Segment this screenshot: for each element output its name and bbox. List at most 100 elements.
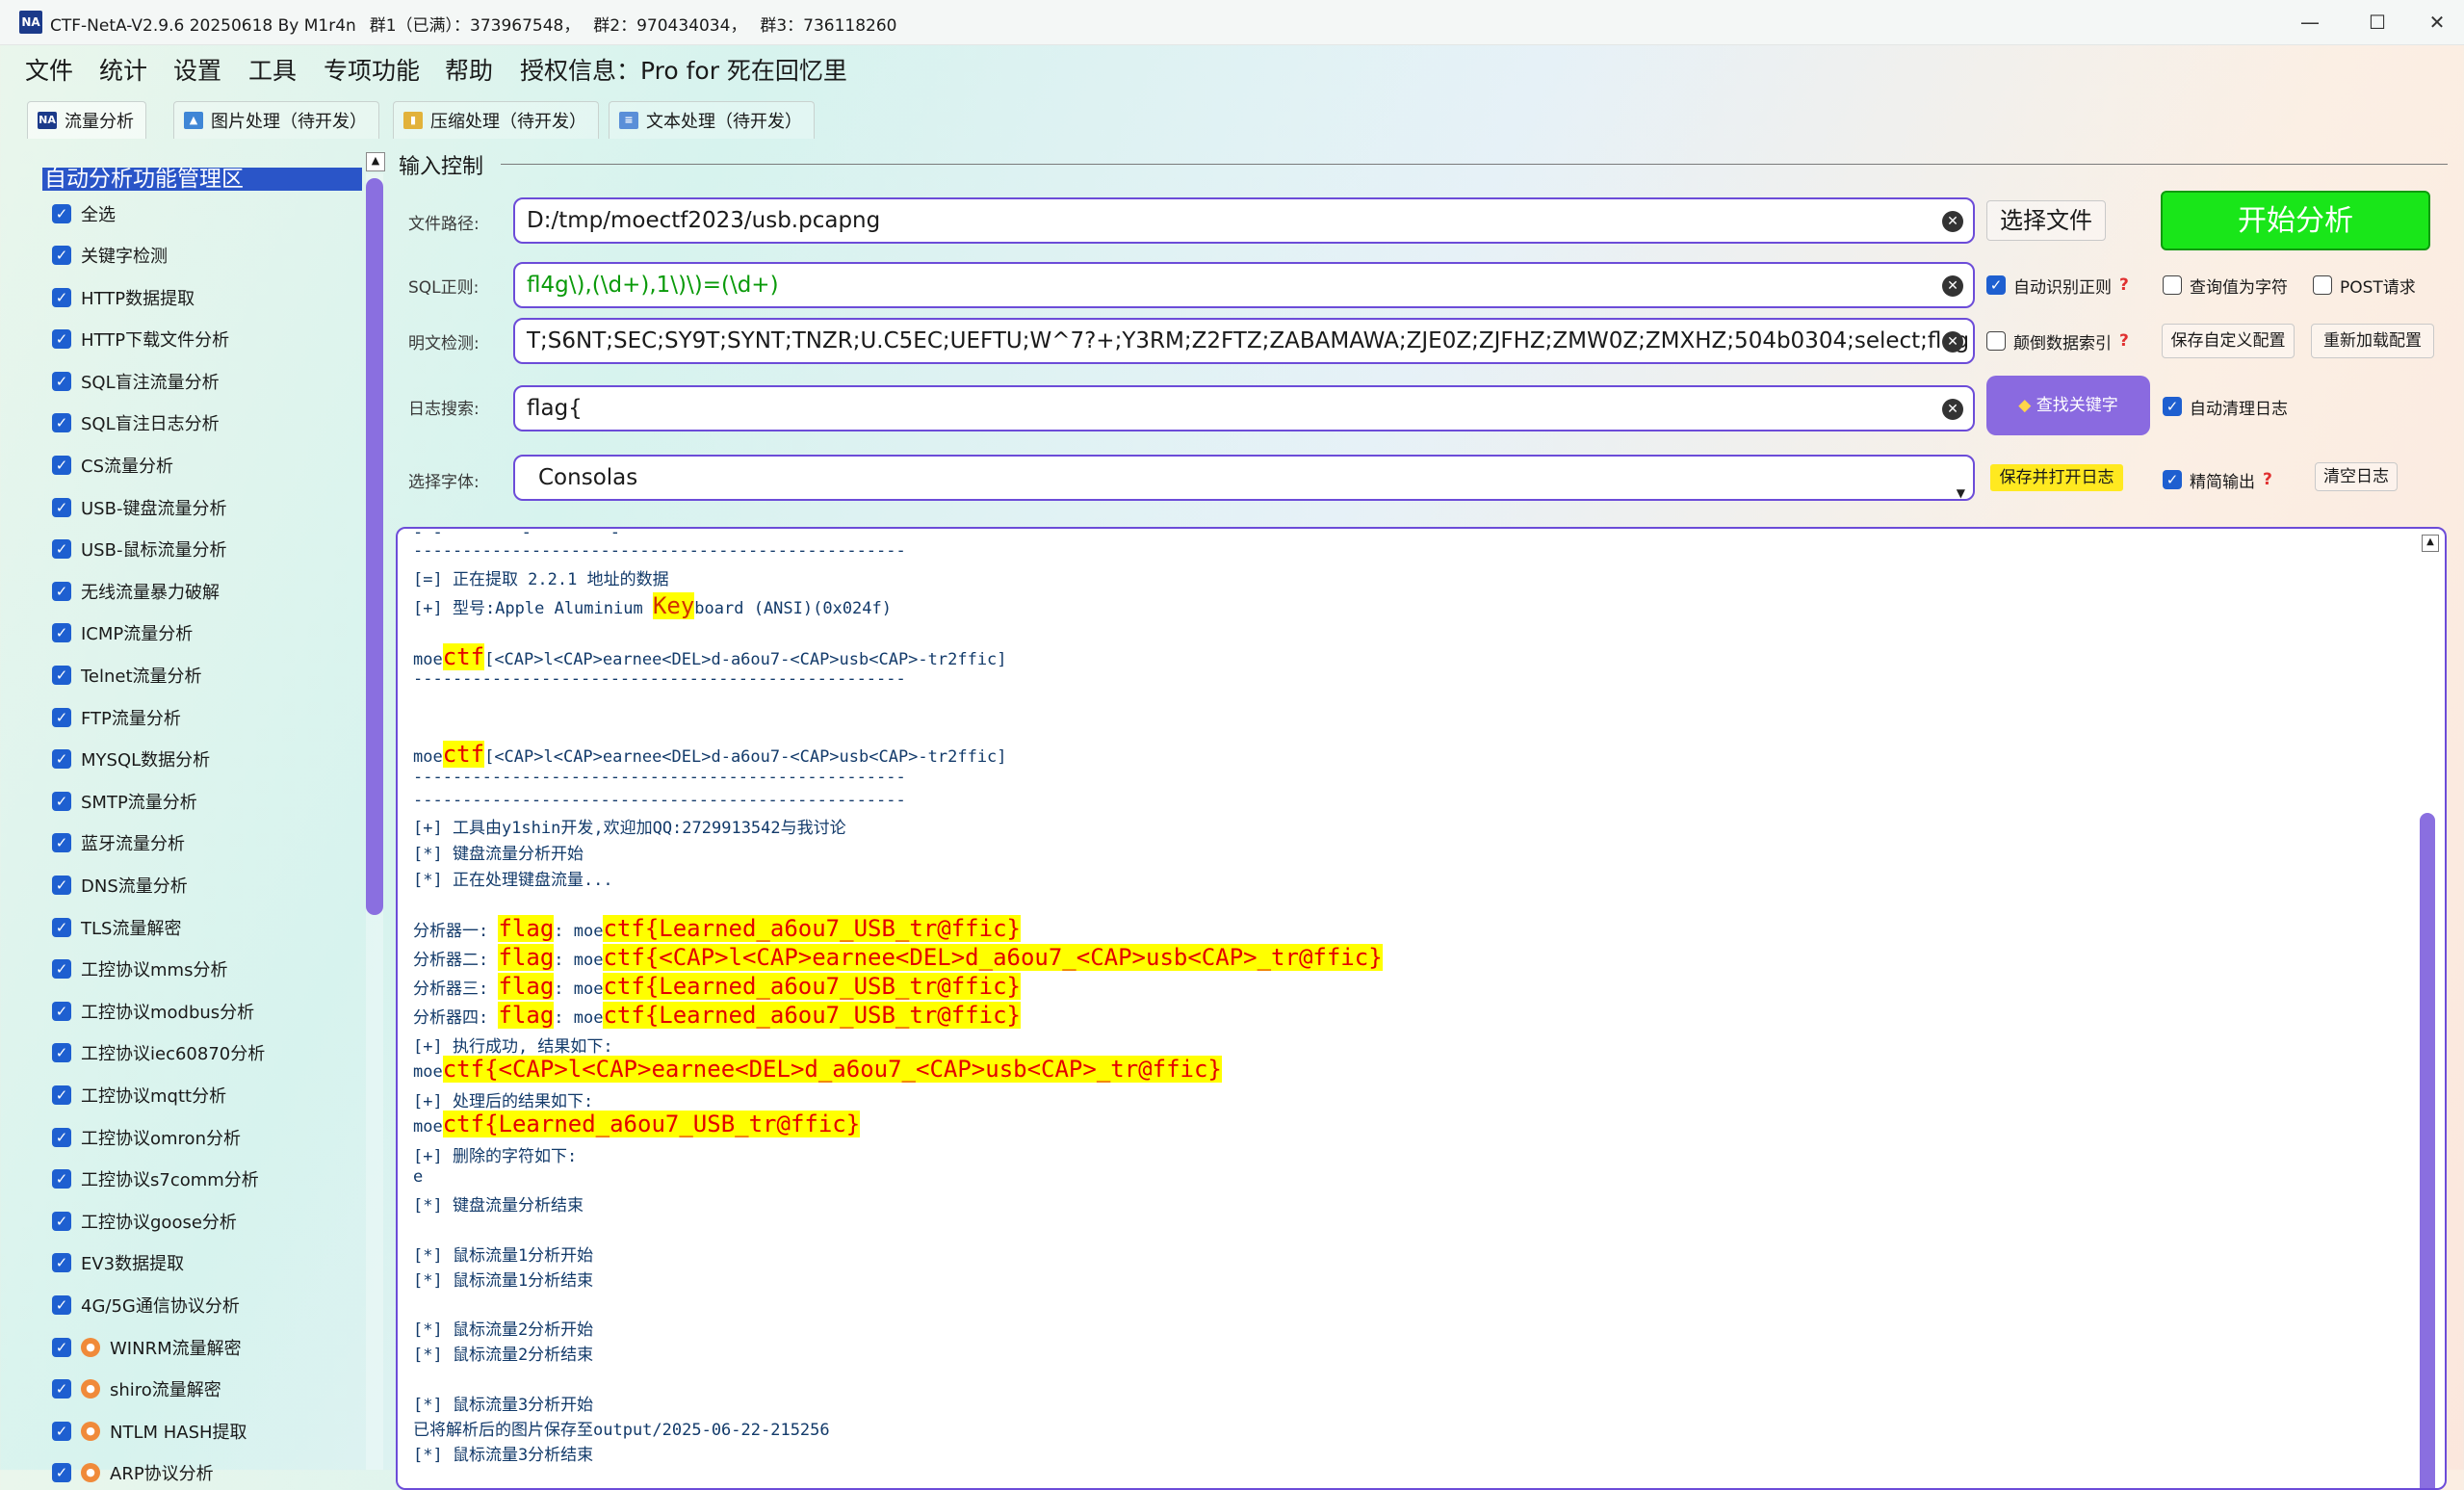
- clear-icon[interactable]: ✕: [1942, 399, 1963, 420]
- auto-clear-log-option[interactable]: ✓ 自动清理日志: [2163, 393, 2288, 420]
- close-button[interactable]: ✕: [2407, 0, 2464, 44]
- menu-settings[interactable]: 设置: [173, 52, 221, 87]
- left-scrollbar-thumb[interactable]: [366, 178, 383, 915]
- sql-regex-input[interactable]: fl4g\),(\d+),1\)\)=(\d+) ✕: [513, 262, 1975, 308]
- checkbox-checked[interactable]: ✓: [52, 1421, 71, 1441]
- start-analysis-button[interactable]: 开始分析: [2161, 191, 2430, 250]
- checkbox-checked[interactable]: ✓: [52, 581, 71, 601]
- log-output[interactable]: ▲ - - - - ------------------------------…: [396, 527, 2447, 1490]
- tab-traffic-analysis[interactable]: NA 流量分析: [27, 101, 146, 139]
- clear-log-button[interactable]: 清空日志: [2315, 462, 2398, 491]
- feature-checkbox-item[interactable]: ✓ CS流量分析: [52, 451, 173, 480]
- checkbox-checked[interactable]: ✓: [52, 246, 71, 265]
- help-icon[interactable]: ?: [2119, 275, 2129, 295]
- feature-checkbox-item[interactable]: ✓ ● ARP协议分析: [52, 1458, 214, 1487]
- chevron-down-icon[interactable]: ▼: [1957, 472, 1965, 499]
- checkbox-checked[interactable]: ✓: [52, 1463, 71, 1483]
- checkbox-unchecked[interactable]: [1986, 331, 2006, 351]
- scroll-up-button[interactable]: ▲: [366, 152, 385, 171]
- checkbox-checked[interactable]: ✓: [52, 917, 71, 937]
- feature-checkbox-item[interactable]: ✓ 蓝牙流量分析: [52, 828, 185, 857]
- feature-checkbox-item[interactable]: ✓ ● NTLM HASH提取: [52, 1417, 247, 1446]
- checkbox-unchecked[interactable]: [2163, 275, 2182, 295]
- checkbox-checked[interactable]: ✓: [52, 413, 71, 433]
- save-config-button[interactable]: 保存自定义配置: [2162, 324, 2295, 358]
- checkbox-checked[interactable]: ✓: [52, 1253, 71, 1273]
- checkbox-checked[interactable]: ✓: [52, 1295, 71, 1315]
- menu-license[interactable]: 授权信息：Pro for 死在回忆里: [520, 52, 847, 87]
- checkbox-unchecked[interactable]: [2313, 275, 2332, 295]
- checkbox-checked[interactable]: ✓: [52, 833, 71, 853]
- feature-checkbox-item[interactable]: ✓ 工控协议omron分析: [52, 1123, 241, 1152]
- tab-image-processing[interactable]: ▲ 图片处理（待开发）: [173, 101, 379, 139]
- find-keyword-button[interactable]: ◆ 查找关键字: [1986, 376, 2150, 435]
- checkbox-checked[interactable]: ✓: [52, 497, 71, 517]
- help-icon[interactable]: ?: [2263, 470, 2272, 489]
- maximize-button[interactable]: ☐: [2347, 0, 2407, 44]
- checkbox-checked[interactable]: ✓: [52, 329, 71, 350]
- checkbox-checked[interactable]: ✓: [52, 791, 71, 811]
- feature-checkbox-item[interactable]: ✓ MYSQL数据分析: [52, 745, 210, 773]
- tab-text-processing[interactable]: ≡ 文本处理（待开发）: [609, 101, 815, 139]
- feature-checkbox-item[interactable]: ✓ 全选: [52, 199, 116, 228]
- feature-checkbox-item[interactable]: ✓ Telnet流量分析: [52, 661, 202, 690]
- feature-checkbox-item[interactable]: ✓ 工控协议mqtt分析: [52, 1081, 226, 1110]
- query-as-char-option[interactable]: 查询值为字符: [2163, 272, 2288, 299]
- minimize-button[interactable]: —: [2280, 0, 2340, 44]
- feature-checkbox-item[interactable]: ✓ HTTP数据提取: [52, 283, 195, 312]
- feature-checkbox-item[interactable]: ✓ SQL盲注日志分析: [52, 408, 220, 437]
- log-search-input[interactable]: flag{ ✕: [513, 385, 1975, 431]
- feature-checkbox-item[interactable]: ✓ ● WINRM流量解密: [52, 1333, 242, 1362]
- feature-checkbox-item[interactable]: ✓ HTTP下载文件分析: [52, 325, 229, 353]
- checkbox-checked[interactable]: ✓: [52, 959, 71, 980]
- reload-config-button[interactable]: 重新加载配置: [2311, 324, 2434, 358]
- checkbox-checked[interactable]: ✓: [52, 623, 71, 643]
- feature-checkbox-item[interactable]: ✓ 关键字检测: [52, 241, 168, 270]
- post-request-option[interactable]: POST请求: [2313, 272, 2416, 299]
- checkbox-checked[interactable]: ✓: [52, 1001, 71, 1021]
- checkbox-checked[interactable]: ✓: [2163, 397, 2182, 416]
- feature-checkbox-item[interactable]: ✓ 4G/5G通信协议分析: [52, 1291, 240, 1320]
- checkbox-checked[interactable]: ✓: [52, 876, 71, 895]
- checkbox-checked[interactable]: ✓: [52, 204, 71, 223]
- tab-compression[interactable]: ▮ 压缩处理（待开发）: [393, 101, 599, 139]
- feature-checkbox-item[interactable]: ✓ USB-键盘流量分析: [52, 493, 226, 522]
- save-open-log-button[interactable]: 保存并打开日志: [1990, 464, 2123, 491]
- checkbox-checked[interactable]: ✓: [52, 287, 71, 307]
- feature-checkbox-item[interactable]: ✓ FTP流量分析: [52, 703, 181, 732]
- checkbox-checked[interactable]: ✓: [52, 1211, 71, 1231]
- log-scroll-up-button[interactable]: ▲: [2422, 535, 2439, 552]
- checkbox-checked[interactable]: ✓: [52, 1085, 71, 1105]
- help-icon[interactable]: ?: [2119, 331, 2129, 351]
- feature-checkbox-item[interactable]: ✓ 工控协议iec60870分析: [52, 1038, 265, 1067]
- feature-checkbox-item[interactable]: ✓ 工控协议s7comm分析: [52, 1164, 259, 1193]
- feature-checkbox-item[interactable]: ✓ 工控协议modbus分析: [52, 997, 254, 1026]
- feature-checkbox-item[interactable]: ✓ SMTP流量分析: [52, 787, 197, 816]
- feature-checkbox-item[interactable]: ✓ ● shiro流量解密: [52, 1374, 221, 1403]
- checkbox-checked[interactable]: ✓: [52, 1169, 71, 1189]
- checkbox-checked[interactable]: ✓: [52, 1127, 71, 1147]
- font-select-dropdown[interactable]: Consolas ▼: [513, 455, 1975, 501]
- feature-checkbox-item[interactable]: ✓ 无线流量暴力破解: [52, 577, 220, 606]
- log-scrollbar-thumb[interactable]: [2420, 813, 2435, 1488]
- checkbox-checked[interactable]: ✓: [52, 1337, 71, 1357]
- select-file-button[interactable]: 选择文件: [1986, 200, 2106, 241]
- checkbox-checked[interactable]: ✓: [52, 1379, 71, 1399]
- checkbox-checked[interactable]: ✓: [52, 539, 71, 560]
- feature-checkbox-item[interactable]: ✓ SQL盲注流量分析: [52, 367, 220, 396]
- menu-help[interactable]: 帮助: [445, 52, 493, 87]
- feature-checkbox-item[interactable]: ✓ EV3数据提取: [52, 1248, 184, 1277]
- menu-tools[interactable]: 工具: [248, 52, 297, 87]
- menu-special[interactable]: 专项功能: [324, 52, 420, 87]
- feature-checkbox-item[interactable]: ✓ TLS流量解密: [52, 913, 181, 942]
- checkbox-checked[interactable]: ✓: [52, 371, 71, 391]
- clear-icon[interactable]: ✕: [1942, 275, 1963, 297]
- menu-stats[interactable]: 统计: [99, 52, 147, 87]
- checkbox-checked[interactable]: ✓: [52, 707, 71, 727]
- clear-icon[interactable]: ✕: [1942, 331, 1963, 353]
- checkbox-checked[interactable]: ✓: [52, 749, 71, 770]
- reverse-index-option[interactable]: 颠倒数据索引?: [1986, 327, 2129, 354]
- plain-detect-input[interactable]: T;S6NT;SEC;SY9T;SYNT;TNZR;U.C5EC;UEFTU;W…: [513, 318, 1975, 364]
- auto-regex-option[interactable]: ✓ 自动识别正则?: [1986, 272, 2129, 299]
- checkbox-checked[interactable]: ✓: [52, 666, 71, 685]
